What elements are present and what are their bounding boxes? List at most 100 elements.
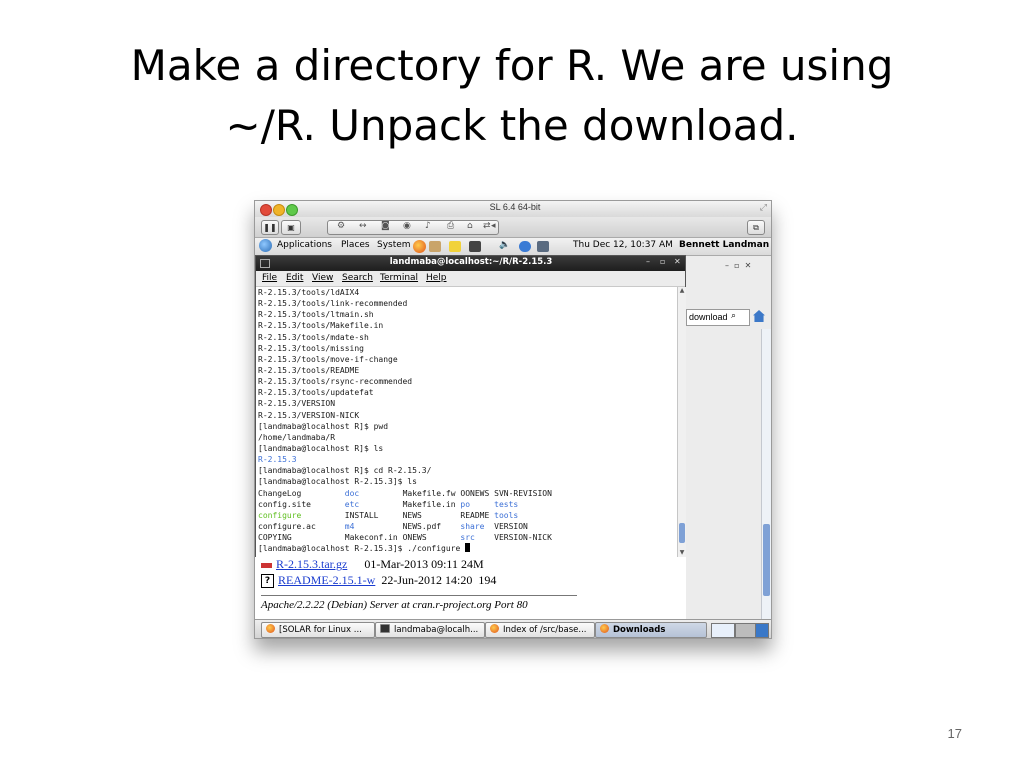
task-downloads[interactable]: Downloads	[595, 622, 707, 638]
ls-entry: doc	[344, 488, 360, 498]
terminal-prompt[interactable]: [landmaba@localhost R-2.15.3]$ ./configu…	[256, 543, 677, 554]
menu-terminal[interactable]: Terminal	[380, 273, 418, 283]
email-icon[interactable]	[429, 241, 441, 252]
maximize-icon[interactable]: ▫	[660, 257, 665, 266]
terminal-window[interactable]: landmaba@localhost:~/R/R-2.15.3 – ▫ ✕ Fi…	[255, 255, 686, 557]
browser-scrollbar[interactable]	[761, 329, 771, 619]
resize-icon[interactable]: ⤢	[760, 203, 767, 213]
ls-entry: OONEWS	[460, 488, 490, 498]
task-label: Index of /src/base...	[503, 625, 587, 635]
terminal-line: R-2.15.3/tools/ltmain.sh	[258, 310, 374, 320]
settings-icon[interactable]: ⚙	[337, 221, 345, 231]
system-menu[interactable]: System	[377, 240, 411, 250]
terminal-line: [landmaba@localhost R]$ cd R-2.15.3/	[258, 466, 432, 476]
ls-row: configure.ac m4 NEWS.pdf share VERSION	[256, 521, 677, 532]
sound-icon[interactable]: ♪	[425, 221, 431, 231]
device-toolbar	[327, 220, 499, 235]
maximize-icon[interactable]	[286, 204, 298, 216]
menu-help[interactable]: Help	[426, 273, 447, 283]
terminal-output[interactable]: R-2.15.3/tools/ldAIX4 R-2.15.3/tools/lin…	[256, 287, 677, 557]
binoculars-icon[interactable]: ⌕	[731, 311, 736, 321]
page-number: 17	[947, 726, 962, 741]
terminal-line: R-2.15.3/tools/missing	[258, 343, 364, 353]
file-row: ? README-2.15.1-w 22-Jun-2012 14:20 194	[261, 573, 496, 589]
disk-icon[interactable]: ◙	[381, 221, 390, 231]
volume-icon[interactable]: 🔈	[499, 240, 510, 250]
vm-title: SL 6.4 64-bit	[489, 202, 541, 212]
ls-entry: etc	[344, 499, 360, 509]
places-menu[interactable]: Places	[341, 240, 370, 250]
back-forward-icon[interactable]: ↔	[359, 221, 367, 231]
arrow-icon[interactable]: ◂	[491, 221, 496, 231]
browser-window-controls[interactable]: – ▫ ✕	[725, 261, 751, 270]
terminal-title: landmaba@localhost:~/R/R-2.15.3	[389, 257, 553, 267]
vm-window[interactable]: SL 6.4 64-bit ⤢ ❚❚ ▣ ⚙ ↔ ◙ ◉ ♪ ⎙ ⌂ ⇄ ◂ ⧉…	[254, 200, 772, 639]
workspace-1[interactable]	[711, 623, 735, 638]
file-link[interactable]: README-2.15.1-w	[278, 573, 375, 587]
task-solar[interactable]: [SOLAR for Linux ...	[261, 622, 375, 638]
terminal-title-bar[interactable]: landmaba@localhost:~/R/R-2.15.3 – ▫ ✕	[256, 256, 685, 271]
ls-entry: configure.ac	[258, 521, 316, 531]
ls-entry: tests	[494, 499, 519, 509]
menu-terminal-label: Terminal	[380, 273, 419, 283]
lock-icon[interactable]: ⌂	[467, 221, 473, 231]
firefox-icon	[600, 624, 609, 633]
menu-help-label: Help	[426, 273, 447, 283]
menu-edit[interactable]: Edit	[286, 273, 303, 283]
vm-toolbar: ❚❚ ▣ ⚙ ↔ ◙ ◉ ♪ ⎙ ⌂ ⇄ ◂ ⧉	[255, 217, 771, 238]
scroll-up-icon[interactable]: ▲	[678, 287, 686, 295]
firefox-icon	[266, 624, 275, 633]
minimize-icon[interactable]	[273, 204, 285, 216]
ls-entry: Makeconf.in	[344, 533, 398, 543]
guest-top-panel: Applications Places System 🔈 Thu Dec 12,…	[255, 238, 771, 256]
address-bar[interactable]: download	[686, 309, 750, 326]
vm-title-bar[interactable]: SL 6.4 64-bit ⤢	[255, 201, 771, 217]
printer-icon[interactable]: ⎙	[447, 221, 454, 231]
terminal-icon	[380, 624, 390, 633]
clock[interactable]: Thu Dec 12, 10:37 AM	[573, 240, 673, 250]
menu-search[interactable]: Search	[342, 273, 373, 283]
ls-entry: NEWS	[402, 510, 422, 520]
terminal-scrollbar[interactable]: ▲ ▼	[677, 287, 686, 557]
close-icon[interactable]	[260, 204, 272, 216]
terminal-line: R-2.15.3/tools/rsync-recommended	[258, 377, 413, 387]
menu-view-label: View	[312, 273, 334, 283]
close-icon[interactable]: ✕	[674, 257, 681, 266]
bluetooth-icon[interactable]	[519, 241, 531, 252]
applications-menu[interactable]: Applications	[277, 240, 332, 250]
divider	[261, 595, 577, 596]
pause-icon[interactable]: ❚❚	[261, 220, 279, 235]
menu-view[interactable]: View	[312, 273, 333, 283]
trash-icon[interactable]	[755, 623, 769, 638]
firefox-icon	[490, 624, 499, 633]
terminal-scrollbar-thumb[interactable]	[679, 523, 685, 543]
usb-icon[interactable]: ⇄	[483, 221, 491, 231]
file-link[interactable]: R-2.15.3.tar.gz	[276, 557, 347, 571]
task-terminal[interactable]: landmaba@localh...	[375, 622, 485, 638]
ls-entry: src	[460, 533, 475, 543]
guest-taskbar: [SOLAR for Linux ... landmaba@localh... …	[255, 619, 771, 638]
camera-icon[interactable]: ◉	[403, 221, 411, 231]
minimize-icon[interactable]: –	[646, 257, 650, 266]
network-icon[interactable]	[537, 241, 549, 252]
notes-icon[interactable]	[449, 241, 461, 252]
ls-entry: COPYING	[258, 533, 292, 543]
terminal-line: R-2.15.3/tools/mdate-sh	[258, 332, 369, 342]
file-date: 01-Mar-2013 09:11	[364, 557, 458, 571]
snapshot-icon[interactable]: ▣	[281, 220, 301, 235]
ls-entry: ONEWS	[402, 533, 427, 543]
ls-entry: po	[460, 499, 471, 509]
task-index[interactable]: Index of /src/base...	[485, 622, 595, 638]
firefox-icon[interactable]	[413, 240, 426, 253]
user-name[interactable]: Bennett Landman	[679, 240, 769, 250]
menu-file[interactable]: File	[262, 273, 277, 283]
browser-scrollbar-thumb[interactable]	[763, 524, 770, 596]
archive-icon	[261, 562, 272, 568]
ls-entry: README	[460, 510, 490, 520]
scroll-down-icon[interactable]: ▼	[678, 549, 686, 557]
terminal-launcher-icon[interactable]	[469, 241, 481, 252]
applications-icon	[259, 239, 272, 252]
terminal-icon	[260, 259, 270, 268]
ls-entry: Makefile.fw	[402, 488, 456, 498]
fullscreen-icon[interactable]: ⧉	[747, 220, 765, 235]
